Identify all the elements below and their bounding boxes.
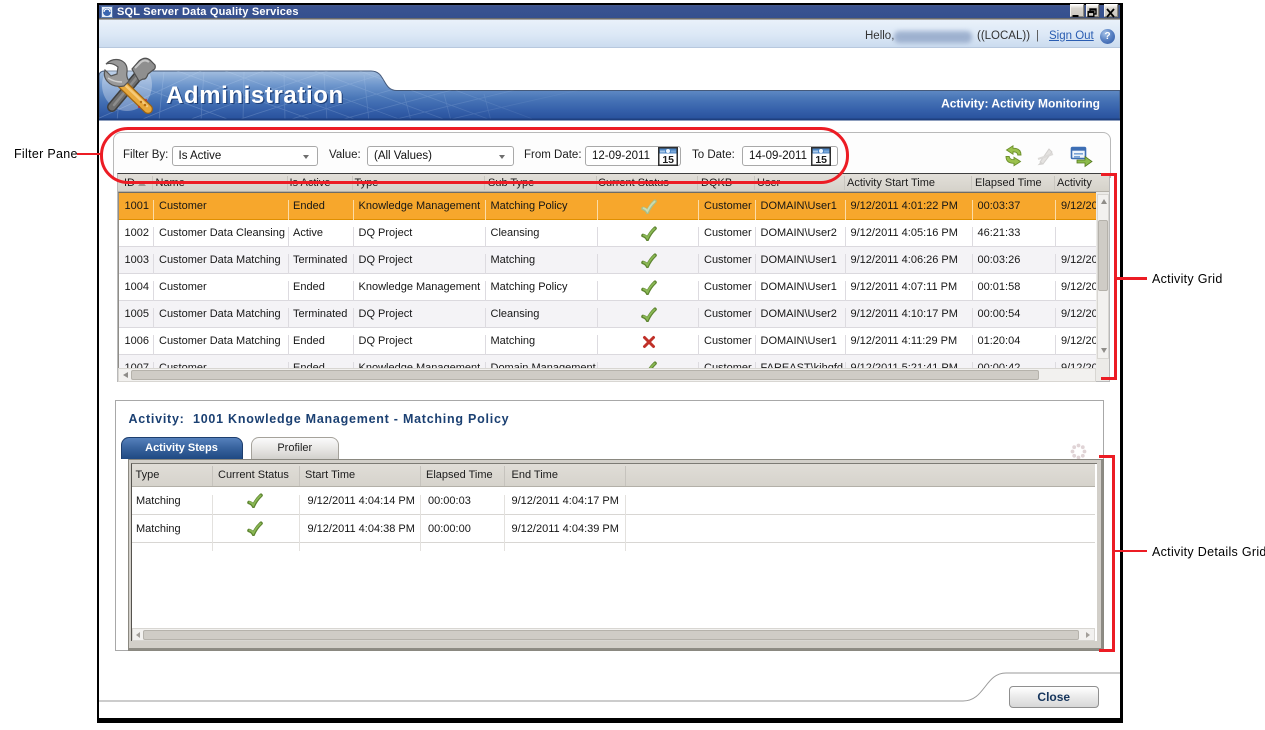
svg-text:Activity: Activity Monitoring: Activity: Activity Monitoring [941, 97, 1100, 111]
svg-text:Administration: Administration [166, 82, 344, 109]
